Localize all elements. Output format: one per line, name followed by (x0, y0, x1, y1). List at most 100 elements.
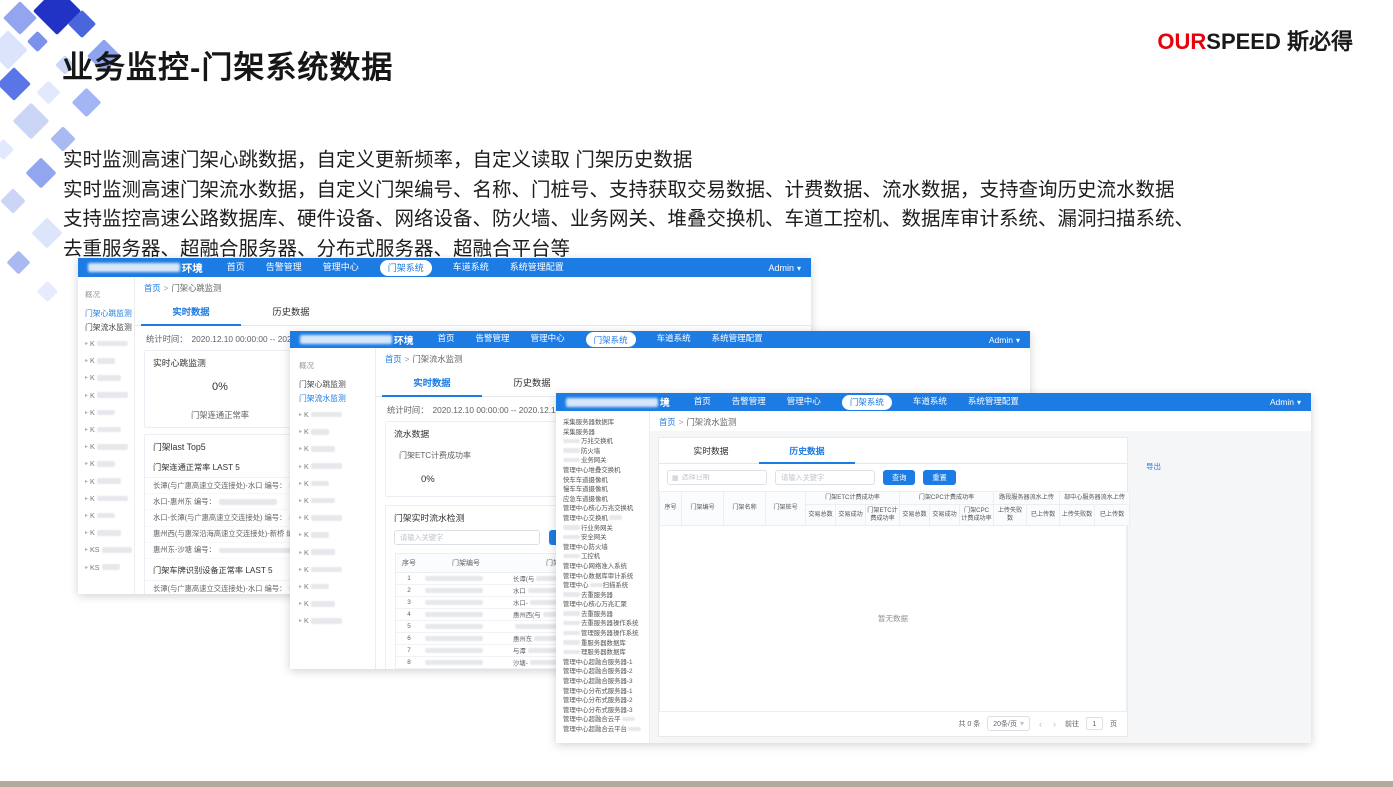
sidebar-item-redacted[interactable]: K (299, 475, 372, 492)
device-sidebar-item[interactable]: 采集服务器 (563, 428, 647, 438)
page-input[interactable]: 1 (1086, 717, 1103, 730)
page-size-select[interactable]: 20条/页 (987, 716, 1030, 731)
device-sidebar-item[interactable]: 工控机 (563, 552, 647, 562)
nav-item[interactable]: 车道系统 (453, 260, 489, 276)
sidebar-item-redacted[interactable]: K (85, 335, 132, 352)
nav-item[interactable]: 告警管理 (476, 332, 510, 347)
device-sidebar-item[interactable]: 防火墙 (563, 447, 647, 457)
sidebar-item-redacted[interactable]: K (299, 406, 372, 423)
tab-history[interactable]: 历史数据 (482, 368, 582, 396)
sidebar-item-redacted[interactable]: K (85, 524, 132, 541)
device-sidebar-item[interactable]: 管理中心交换机 (563, 514, 647, 524)
tab-realtime[interactable]: 实时数据 (141, 297, 241, 326)
tab-history[interactable]: 历史数据 (759, 438, 855, 464)
sidebar-item-redacted[interactable]: K (299, 561, 372, 578)
reset-button[interactable]: 重置 (923, 470, 955, 485)
breadcrumb-home[interactable]: 首页 (385, 354, 402, 364)
tab-realtime[interactable]: 实时数据 (382, 368, 482, 397)
keyword-input[interactable] (394, 530, 540, 545)
sidebar-item-redacted[interactable]: K (299, 492, 372, 509)
nav-item[interactable]: 系统管理配置 (968, 395, 1019, 410)
device-sidebar-item[interactable]: 重服务器数据库 (563, 639, 647, 649)
admin-menu[interactable]: Admin (1270, 397, 1301, 407)
breadcrumb-home[interactable]: 首页 (659, 417, 676, 427)
nav-item[interactable]: 管理中心 (531, 332, 565, 347)
date-input[interactable] (682, 474, 762, 481)
sidebar-menu-item[interactable]: 门架心跳监测 (85, 307, 132, 321)
nav-item[interactable]: 车道系统 (657, 332, 691, 347)
next-page-button[interactable]: › (1051, 719, 1058, 729)
sidebar-item-redacted[interactable]: K (299, 612, 372, 629)
device-sidebar-item[interactable]: 管理中心超融合服务器-2 (563, 667, 647, 677)
sidebar-item-redacted[interactable]: K (85, 455, 132, 472)
sidebar-item-redacted[interactable]: K (85, 352, 132, 369)
sidebar-item-redacted[interactable]: K (299, 526, 372, 543)
device-sidebar-item[interactable]: 采集服务器数据库 (563, 418, 647, 428)
sidebar-item-redacted[interactable]: K (85, 421, 132, 438)
sidebar-item-redacted[interactable]: K (85, 387, 132, 404)
nav-item[interactable]: 首页 (438, 332, 455, 347)
sidebar-menu-item[interactable]: 门架心跳监测 (299, 378, 372, 392)
sidebar-item-redacted[interactable]: K (299, 595, 372, 612)
device-sidebar-item[interactable]: 管理中心扫描系统 (563, 581, 647, 591)
device-sidebar-item[interactable]: 业务网关 (563, 456, 647, 466)
device-sidebar-item[interactable]: 安全网关 (563, 533, 647, 543)
sidebar-item-redacted[interactable]: K (85, 404, 132, 421)
prev-page-button[interactable]: ‹ (1037, 719, 1044, 729)
sidebar-menu-item[interactable]: 门架流水监测 (299, 392, 372, 406)
admin-menu[interactable]: Admin (768, 263, 801, 273)
sidebar-item-redacted[interactable]: K (299, 578, 372, 595)
device-sidebar-item[interactable]: 去重服务器操作系统 (563, 619, 647, 629)
device-sidebar-item[interactable]: 快车车道摄像机 (563, 476, 647, 486)
nav-item[interactable]: 首页 (227, 260, 245, 276)
device-sidebar-item[interactable]: 管理中心超融合服务器-3 (563, 677, 647, 687)
nav-item[interactable]: 系统管理配置 (510, 260, 564, 276)
device-sidebar-item[interactable]: 管理中心网络准入系统 (563, 562, 647, 572)
device-sidebar-item[interactable]: 管理中心防火墙 (563, 543, 647, 553)
sidebar-item-redacted[interactable]: K (85, 473, 132, 490)
device-sidebar-item[interactable]: 管理服务器操作系统 (563, 629, 647, 639)
device-sidebar-item[interactable]: 万兆交换机 (563, 437, 647, 447)
device-sidebar-item[interactable]: 行业务网关 (563, 524, 647, 534)
sidebar-item-redacted[interactable]: K (299, 509, 372, 526)
device-sidebar-item[interactable]: 管理中心核心万兆汇聚 (563, 600, 647, 610)
device-sidebar-item[interactable]: 管理中心超融合服务器-1 (563, 658, 647, 668)
sidebar-item-redacted[interactable]: K (299, 458, 372, 475)
device-sidebar-item[interactable]: 去重服务器 (563, 591, 647, 601)
device-sidebar-item[interactable]: 管理中心超融合云平 (563, 715, 647, 725)
keyword-input[interactable] (775, 470, 875, 485)
nav-item[interactable]: 车道系统 (913, 395, 947, 410)
sidebar-item-redacted[interactable]: K (299, 544, 372, 561)
tab-realtime[interactable]: 实时数据 (663, 438, 759, 463)
device-sidebar-item[interactable]: 去重服务器 (563, 610, 647, 620)
sidebar-item-redacted[interactable]: K (85, 507, 132, 524)
nav-item[interactable]: 管理中心 (787, 395, 821, 410)
device-sidebar-item[interactable]: 管理中心堆叠交换机 (563, 466, 647, 476)
sidebar-item-redacted[interactable]: K (85, 438, 132, 455)
query-button[interactable]: 查询 (883, 470, 915, 485)
device-sidebar-item[interactable]: 管理中心分布式服务器-3 (563, 706, 647, 716)
nav-item[interactable]: 首页 (694, 395, 711, 410)
device-sidebar-item[interactable]: 管理中心分布式服务器-1 (563, 687, 647, 697)
nav-item[interactable]: 告警管理 (266, 260, 302, 276)
nav-item[interactable]: 告警管理 (732, 395, 766, 410)
export-link[interactable]: 导出 (1146, 461, 1161, 472)
breadcrumb-home[interactable]: 首页 (144, 283, 161, 293)
admin-menu[interactable]: Admin (989, 335, 1020, 345)
nav-item[interactable]: 门架系统 (842, 395, 892, 410)
sidebar-menu-item[interactable]: 门架流水监测 (85, 321, 132, 335)
device-sidebar-item[interactable]: 管理中心核心万兆交换机 (563, 504, 647, 514)
device-sidebar-item[interactable]: 管理中心数据库审计系统 (563, 572, 647, 582)
tab-history[interactable]: 历史数据 (241, 297, 341, 325)
nav-item[interactable]: 门架系统 (380, 260, 432, 276)
device-sidebar-item[interactable]: 应急车道摄像机 (563, 495, 647, 505)
nav-item[interactable]: 系统管理配置 (712, 332, 763, 347)
sidebar-item-redacted[interactable]: K (85, 369, 132, 386)
nav-item[interactable]: 门架系统 (586, 332, 636, 347)
sidebar-item-redacted[interactable]: K (299, 423, 372, 440)
device-sidebar-item[interactable]: 管理中心分布式服务器-2 (563, 696, 647, 706)
device-sidebar-item[interactable]: 管理中心超融合云平台 (563, 725, 647, 735)
sidebar-item-redacted[interactable]: KS (85, 541, 132, 558)
nav-item[interactable]: 管理中心 (323, 260, 359, 276)
device-sidebar-item[interactable]: 理服务器数据库 (563, 648, 647, 658)
